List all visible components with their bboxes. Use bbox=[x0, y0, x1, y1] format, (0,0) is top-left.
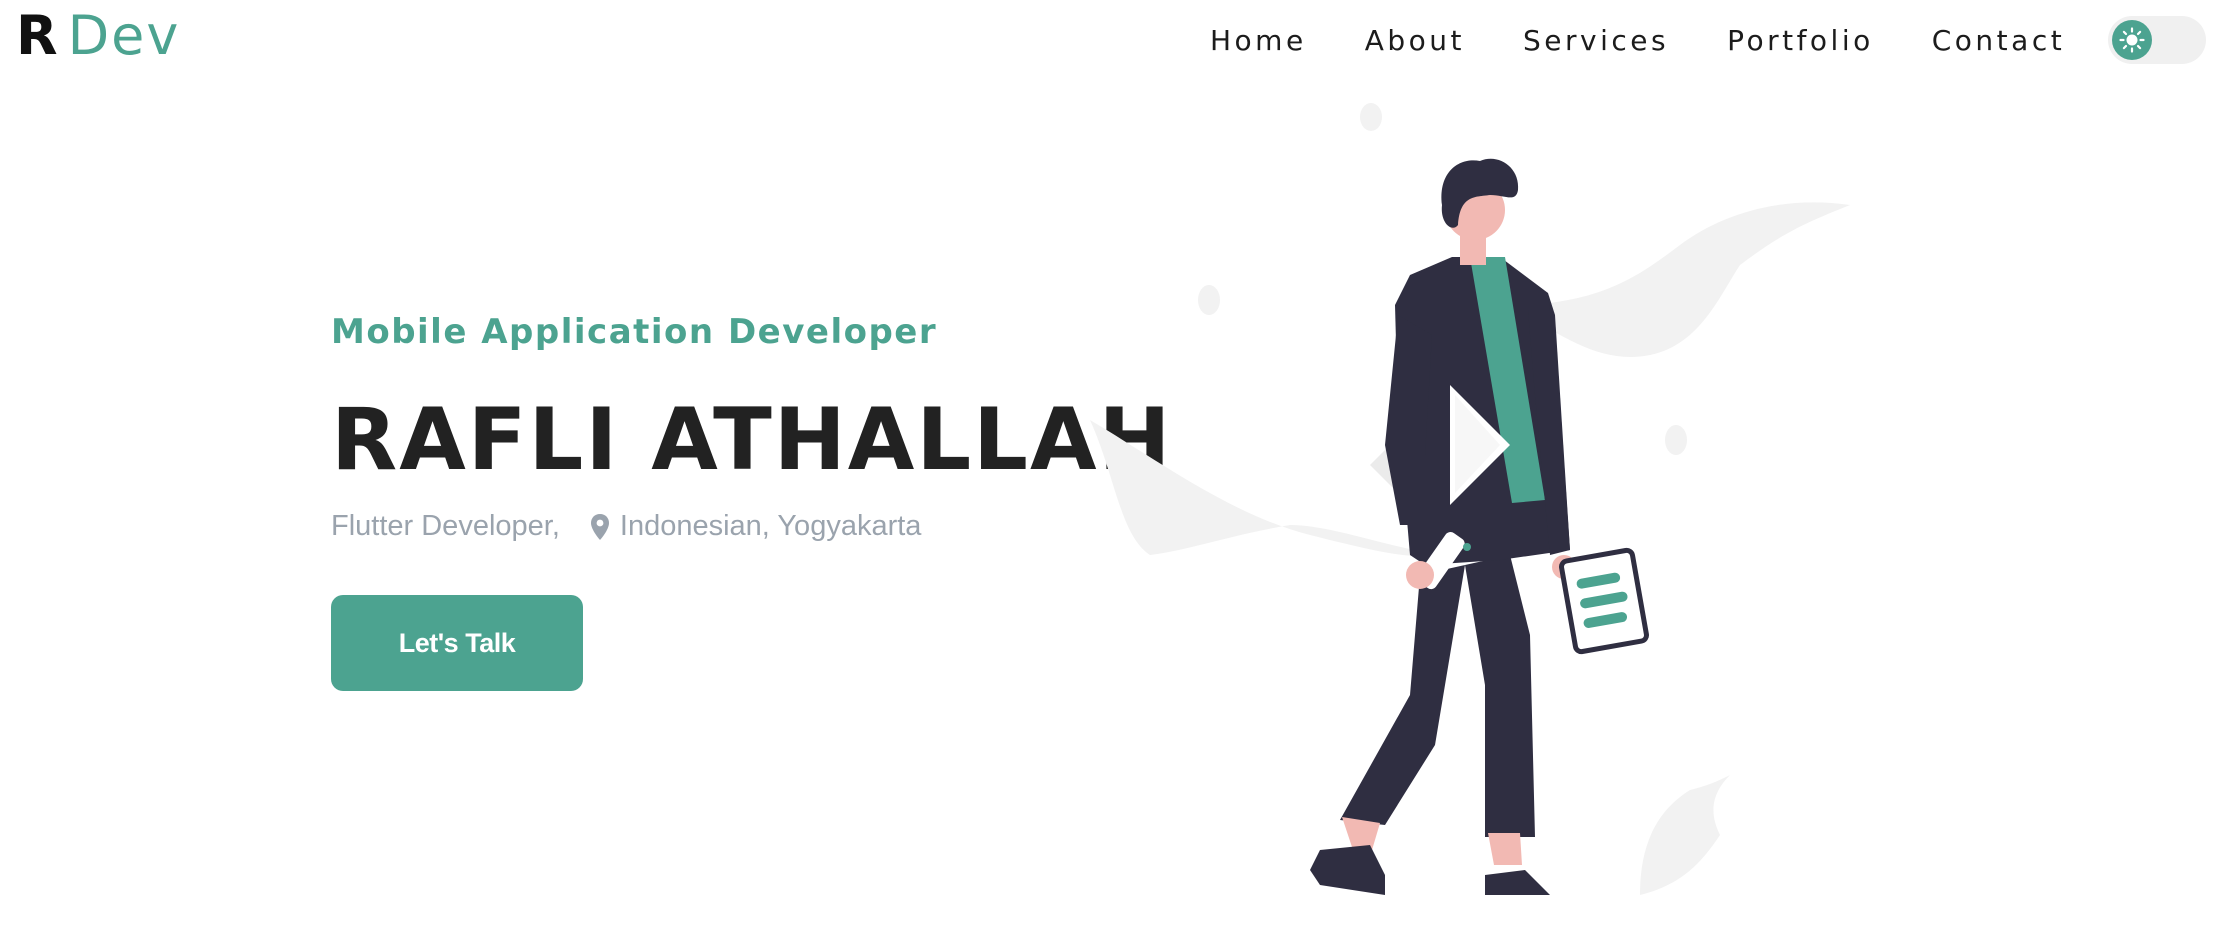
hero-subtitle: Mobile Application Developer bbox=[331, 312, 938, 352]
hero-meta: Flutter Developer, Indonesian, Yogyakart… bbox=[331, 510, 921, 543]
logo-brand: Dev bbox=[67, 4, 181, 67]
nav-link-contact[interactable]: Contact bbox=[1932, 24, 2065, 57]
nav-link-about[interactable]: About bbox=[1365, 24, 1465, 57]
nav-link-portfolio[interactable]: Portfolio bbox=[1727, 24, 1874, 57]
nav-link-home[interactable]: Home bbox=[1210, 24, 1307, 57]
main-nav: Home About Services Portfolio Contact bbox=[1210, 18, 2065, 62]
figure-head bbox=[1441, 158, 1519, 265]
location-pin-icon bbox=[590, 513, 610, 541]
theme-toggle-knob bbox=[2112, 20, 2152, 60]
page: R Dev Home About Services Portfolio Conta… bbox=[0, 0, 2226, 930]
hero-location: Indonesian, Yogyakarta bbox=[619, 510, 922, 542]
hero-name: RAFLI ATHALLAH bbox=[331, 390, 1173, 490]
logo-initial: R bbox=[16, 4, 60, 67]
person-walking-illustration bbox=[1090, 103, 1850, 895]
lets-talk-button[interactable]: Let's Talk bbox=[331, 595, 583, 691]
theme-toggle[interactable] bbox=[2108, 16, 2206, 64]
hero-role: Flutter Developer, bbox=[331, 510, 560, 542]
site-logo[interactable]: R Dev bbox=[16, 6, 180, 66]
figure-legs bbox=[1310, 555, 1550, 895]
nav-link-services[interactable]: Services bbox=[1523, 24, 1669, 57]
sun-icon bbox=[2119, 27, 2145, 53]
